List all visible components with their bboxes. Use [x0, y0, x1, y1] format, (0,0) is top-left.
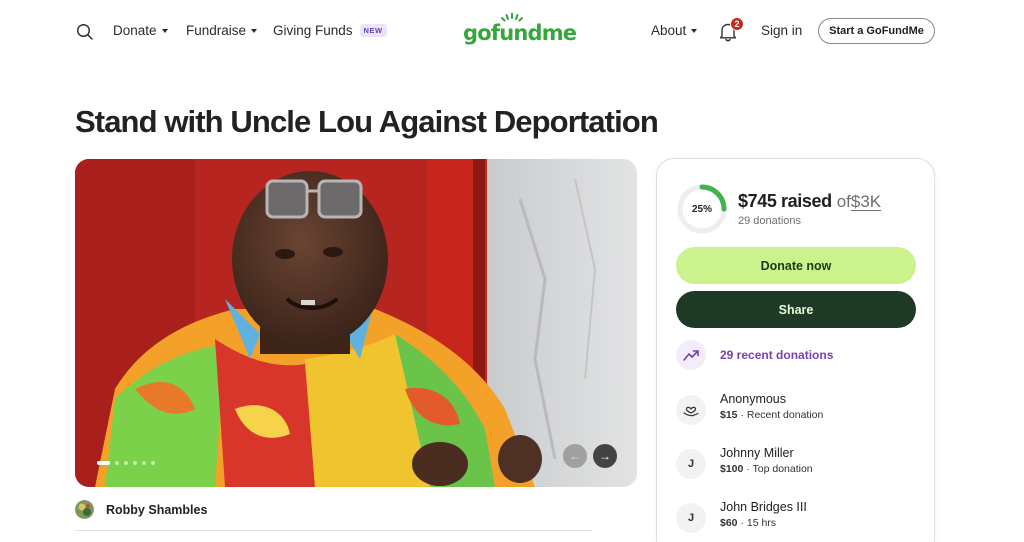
gallery-dot[interactable]	[151, 461, 155, 465]
gallery-dot[interactable]	[133, 461, 137, 465]
recent-donations-link[interactable]: 29 recent donations	[676, 340, 833, 370]
sign-in-link[interactable]: Sign in	[761, 23, 802, 38]
donor-name: John Bridges III	[720, 500, 807, 514]
donor-detail: · Top donation	[746, 463, 813, 475]
donor-meta: $100 · Top donation	[720, 461, 813, 477]
gofundme-logo[interactable]: gofundme	[463, 12, 577, 46]
new-badge: NEW	[359, 24, 387, 37]
nav-giving-funds-label: Giving Funds	[273, 23, 353, 38]
gallery-dot[interactable]	[115, 461, 119, 465]
organizer[interactable]: Robby Shambles	[75, 500, 207, 519]
logo-text: gofundme	[463, 21, 577, 45]
donor-avatar: J	[676, 503, 706, 533]
nav-about-label: About	[651, 23, 687, 38]
donate-now-button[interactable]: Donate now	[676, 247, 916, 284]
donor-item: Anonymous $15 · Recent donation	[676, 391, 823, 425]
share-button[interactable]: Share	[676, 291, 916, 328]
donation-card: 25% $745 raised of$3K 29 donations Donat…	[656, 158, 935, 542]
gallery-pagination	[97, 461, 155, 465]
gallery-prev-button[interactable]: ←	[563, 444, 587, 468]
gallery-dot[interactable]	[142, 461, 146, 465]
caret-down-icon	[691, 28, 698, 33]
start-gofundme-button[interactable]: Start a GoFundMe	[818, 18, 935, 44]
donor-amount: $60	[720, 517, 738, 529]
page-title: Stand with Uncle Lou Against Deportation	[75, 104, 659, 139]
raised-amount: $745 raised	[738, 191, 832, 211]
arrow-right-icon: →	[599, 449, 611, 463]
recent-donations-label: 29 recent donations	[720, 348, 834, 362]
campaign-photo[interactable]: ← →	[75, 159, 637, 487]
caret-down-icon	[161, 28, 168, 33]
search-icon[interactable]	[75, 22, 95, 42]
donor-detail: · Recent donation	[740, 409, 824, 421]
donor-detail: · 15 hrs	[740, 517, 777, 529]
nav-about[interactable]: About	[651, 23, 698, 38]
raised-of: of	[836, 192, 851, 211]
donor-name: Anonymous	[720, 392, 787, 406]
goal-amount[interactable]: $3K	[851, 192, 881, 211]
amount-raised: $745 raised of$3K	[738, 191, 881, 212]
heart-hand-icon	[676, 395, 706, 425]
caret-down-icon	[251, 28, 258, 33]
gallery-dot[interactable]	[124, 461, 128, 465]
organizer-name: Robby Shambles	[106, 502, 208, 517]
donor-amount: $15	[720, 409, 738, 421]
arrow-left-icon: ←	[569, 449, 581, 463]
donor-meta: $60 · 15 hrs	[720, 515, 807, 531]
top-nav: Donate Fundraise Giving Funds NEW gofund…	[0, 0, 1024, 62]
progress-percent: 25%	[691, 203, 712, 215]
notification-count-badge: 2	[730, 17, 744, 31]
gallery-dot[interactable]	[97, 461, 110, 465]
section-divider	[75, 530, 592, 531]
organizer-avatar	[75, 500, 94, 519]
donor-avatar: J	[676, 449, 706, 479]
donor-item: J John Bridges III $60 · 15 hrs	[676, 499, 807, 533]
nav-fundraise-label: Fundraise	[186, 23, 247, 38]
donor-meta: $15 · Recent donation	[720, 407, 823, 423]
trending-up-icon	[676, 340, 706, 370]
nav-giving-funds[interactable]: Giving Funds NEW	[273, 23, 387, 38]
nav-fundraise[interactable]: Fundraise	[186, 23, 258, 38]
donor-amount: $100	[720, 463, 744, 475]
nav-donate-label: Donate	[113, 23, 157, 38]
donation-count: 29 donations	[738, 215, 801, 227]
campaign-photo-image	[75, 159, 637, 487]
gallery-next-button[interactable]: →	[593, 444, 617, 468]
donor-name: Johnny Miller	[720, 446, 794, 460]
nav-donate[interactable]: Donate	[113, 23, 168, 38]
donor-item: J Johnny Miller $100 · Top donation	[676, 445, 813, 479]
